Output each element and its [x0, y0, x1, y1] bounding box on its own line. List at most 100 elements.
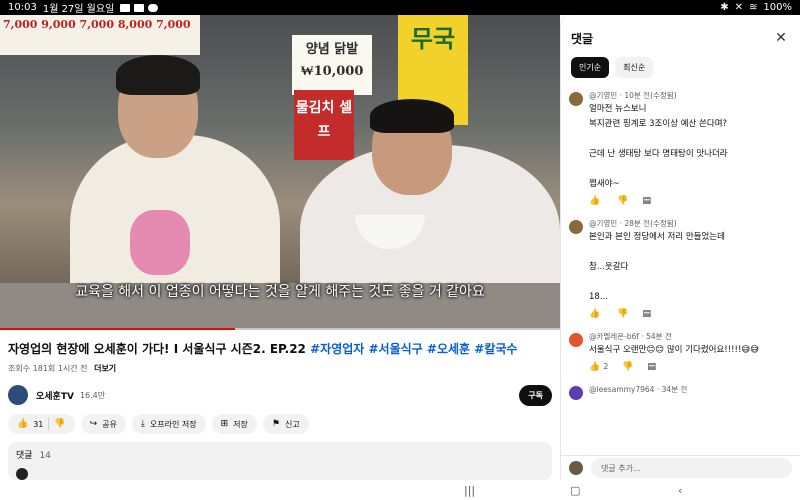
comment-text-line: 복지관련 핑계로 3조이상 예산 쓴다며? [589, 119, 728, 129]
hashtag-link[interactable]: #칼국수 [474, 342, 517, 356]
comment-text-line: 18... [589, 292, 608, 302]
video-meta: 조회수 181회 1시간 전 더보기 [8, 363, 552, 374]
person-right-hair [370, 99, 454, 133]
image-icon [134, 3, 145, 12]
video-subtitle: 교육을 해서 이 업종이 어떻다는 것을 알게 해주는 것도 좋을 거 같아요 [75, 284, 485, 300]
comment-preview-avatar [16, 468, 28, 480]
comment-author[interactable]: @카멜레온-b6f · 54분 전 [589, 331, 790, 343]
mute-icon: ✕ [734, 2, 744, 13]
save-button[interactable]: ⊞ 저장 [211, 414, 257, 434]
subscribe-button[interactable]: 구독 [519, 384, 552, 406]
person-left-hair [116, 55, 200, 95]
save-label: 저장 [233, 419, 248, 429]
channel-name[interactable]: 오세훈TV [36, 389, 74, 402]
flag-icon: ⚑ [271, 419, 280, 429]
comment-avatar[interactable] [569, 92, 583, 106]
comment-text-line [589, 162, 790, 177]
report-label: 신고 [284, 419, 300, 429]
comments-preview[interactable]: 댓글 14 [8, 442, 552, 480]
comment-avatar[interactable] [569, 333, 583, 347]
video-title-text: 자영업의 현장에 오세훈이 가다! I 서울식구 시즌2. EP.22 [8, 342, 306, 356]
comment-like-button[interactable]: 👍 2 [589, 362, 608, 372]
comment-text-line [589, 245, 790, 260]
channel-avatar[interactable] [8, 385, 28, 405]
sort-newest-tab[interactable]: 최신순 [615, 57, 654, 78]
comment-list[interactable]: @기영민 · 10분 전(수정됨) 얼마전 뉴스보니복지관련 핑계로 3조이상 예… [561, 90, 800, 452]
thumbs-up-icon: 👍 [589, 196, 601, 206]
close-icon[interactable]: ✕ [772, 30, 790, 46]
recents-icon[interactable]: ||| [464, 484, 475, 497]
battery-level: 100% [763, 2, 792, 13]
like-count: 31 [33, 419, 44, 429]
comment-text-line: 본인과 본인 정당에서 저리 만들었는데 [589, 232, 725, 242]
comment-item: @카멜레온-b6f · 54분 전 서울식구 오랜만😊😊 많이 기다렸어요!!!!… [561, 331, 800, 374]
status-bar: 10:03 1월 27일 월요일 ✱ ✕ ≋ 100% [0, 0, 800, 15]
reply-icon[interactable]: ▤ [648, 362, 657, 372]
comments-panel-header: 댓글 ✕ [561, 15, 800, 61]
cloud-icon [148, 3, 159, 12]
comment-like-button[interactable]: 👍 [589, 196, 603, 206]
more-link[interactable]: 더보기 [94, 364, 116, 373]
thumbs-up-icon: 👍 [589, 362, 601, 372]
comment-text-line: 얼마전 뉴스보니 [589, 104, 647, 114]
status-time: 10:03 [8, 2, 37, 13]
add-comment-bar: 댓글 추가... [561, 455, 800, 480]
system-nav-bar: ||| ▢ ‹ [0, 480, 800, 500]
wifi-icon: ≋ [749, 2, 758, 13]
divider [48, 418, 50, 430]
comment-author[interactable]: @leesammy7964 · 34분 전 [589, 384, 790, 396]
like-dislike-button[interactable]: 👍 31 👎 [8, 414, 75, 434]
sort-tabs: 인기순 최신순 [561, 57, 800, 78]
wall-menu-sign: 7,000 9,000 7,000 8,000 7,000 [0, 15, 200, 55]
user-avatar [569, 461, 583, 475]
comment-like-button[interactable]: 👍 [589, 309, 603, 319]
bluetooth-icon: ✱ [720, 2, 729, 13]
share-icon: ↪ [89, 419, 98, 429]
image-icon [120, 3, 131, 12]
home-icon[interactable]: ▢ [570, 484, 580, 497]
comment-like-count: 2 [603, 362, 609, 371]
video-player[interactable]: 7,000 9,000 7,000 8,000 7,000 양념 닭발 ₩10,… [0, 15, 560, 330]
reply-icon[interactable]: ▤ [642, 196, 651, 206]
comments-label: 댓글 [16, 451, 33, 461]
video-title[interactable]: 자영업의 현장에 오세훈이 가다! I 서울식구 시즌2. EP.22 #자영업… [8, 340, 552, 357]
comment-avatar[interactable] [569, 220, 583, 234]
thumbs-up-icon: 👍 [589, 309, 601, 319]
thumbs-down-icon[interactable]: 👎 [622, 362, 633, 372]
thumbs-down-icon[interactable]: 👎 [617, 196, 628, 206]
comment-author[interactable]: @기영민 · 10분 전(수정됨) [589, 90, 790, 102]
comment-item: @기영민 · 28분 전(수정됨) 본인과 본인 정당에서 저리 만들었는데참..… [561, 218, 800, 321]
comment-author[interactable]: @기영민 · 28분 전(수정됨) [589, 218, 790, 230]
action-bar: 👍 31 👎 ↪ 공유 ⤓ 오프라인 저장 ⊞ 저장 ⚑ 신고 [8, 414, 552, 434]
video-info: 자영업의 현장에 오세훈이 가다! I 서울식구 시즌2. EP.22 #자영업… [0, 330, 560, 480]
comments-panel: 댓글 ✕ 인기순 최신순 @기영민 · 10분 전(수정됨) 얼마전 뉴스보니복지… [560, 15, 800, 480]
thumbs-up-icon: 👍 [17, 419, 29, 429]
comments-panel-title: 댓글 [571, 31, 594, 46]
reply-icon[interactable]: ▤ [642, 309, 651, 319]
save-icon: ⊞ [220, 419, 229, 429]
offline-save-label: 오프라인 저장 [149, 419, 197, 429]
hashtag-link[interactable]: #자영업자 [310, 342, 364, 356]
sort-top-tab[interactable]: 인기순 [571, 57, 610, 78]
comment-avatar[interactable] [569, 386, 583, 400]
report-button[interactable]: ⚑ 신고 [262, 414, 309, 434]
comment-item: @기영민 · 10분 전(수정됨) 얼마전 뉴스보니복지관련 핑계로 3조이상 예… [561, 90, 800, 208]
add-comment-input[interactable]: 댓글 추가... [591, 458, 792, 478]
thumbs-down-icon[interactable]: 👎 [54, 419, 65, 429]
thumbs-down-icon[interactable]: 👎 [617, 309, 628, 319]
offline-save-button[interactable]: ⤓ 오프라인 저장 [131, 414, 206, 434]
comment-actions: 👍 2 👎 ▤ [589, 360, 790, 374]
share-button[interactable]: ↪ 공유 [80, 414, 126, 434]
comment-text-line: 쩝새야~ [589, 179, 620, 189]
comment-text-line: 참...웃갈다 [589, 262, 629, 272]
hashtag-link[interactable]: #오세훈 [427, 342, 470, 356]
dakbal-sign: 양념 닭발 ₩10,000 [292, 35, 372, 95]
comment-actions: 👍 👎 ▤ [589, 194, 790, 208]
comment-text-line [589, 275, 790, 290]
status-date: 1월 27일 월요일 [42, 4, 115, 15]
upload-time: 1시간 전 [57, 364, 88, 373]
hashtag-link[interactable]: #서울식구 [369, 342, 423, 356]
comment-actions: 👍 👎 ▤ [589, 307, 790, 321]
view-count: 조회수 181회 [8, 364, 56, 373]
back-icon[interactable]: ‹ [678, 484, 682, 497]
